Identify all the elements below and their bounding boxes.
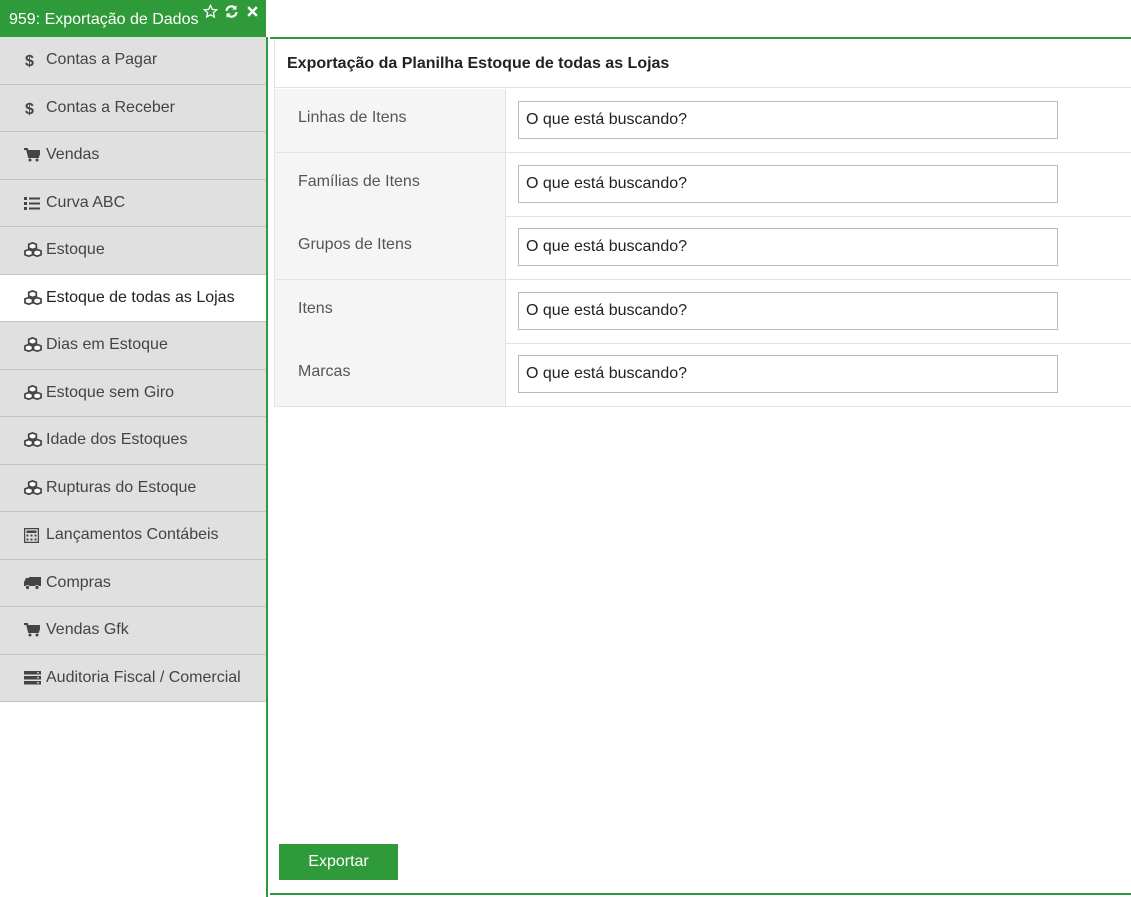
- list-icon: [24, 196, 42, 210]
- sidebar-item-idade-dos-estoques[interactable]: Idade dos Estoques: [0, 417, 266, 465]
- sidebar-item-label: Lançamentos Contábeis: [46, 526, 219, 544]
- tab-exportacao-de-dados[interactable]: 959: Exportação de Dados: [0, 0, 266, 37]
- itens-search-input[interactable]: [518, 291, 1058, 330]
- tab-title: 959: Exportação de Dados: [9, 11, 199, 28]
- form-row-familias-de-itens: Famílias de Itens: [274, 152, 1131, 217]
- server-icon: [24, 670, 42, 685]
- svg-text:$: $: [25, 101, 34, 116]
- sidebar-item-vendas-gfk[interactable]: Vendas Gfk: [0, 607, 266, 655]
- cubes-icon: [24, 337, 42, 353]
- field-label: Grupos de Itens: [274, 216, 506, 279]
- cubes-icon: [24, 432, 42, 448]
- sidebar-item-lancamentos-contabeis[interactable]: Lançamentos Contábeis: [0, 512, 266, 560]
- close-icon[interactable]: [244, 3, 260, 19]
- main-panel: Exportação da Planilha Estoque de todas …: [270, 37, 1131, 897]
- cart-icon: [24, 623, 42, 637]
- sidebar-item-label: Estoque de todas as Lojas: [46, 288, 235, 306]
- field-label: Linhas de Itens: [274, 89, 506, 152]
- field-container: [506, 216, 1131, 279]
- sidebar-item-label: Compras: [46, 573, 111, 591]
- sidebar-item-compras[interactable]: Compras: [0, 559, 266, 607]
- star-outline-icon[interactable]: [202, 3, 218, 19]
- sidebar-item-label: Auditoria Fiscal / Comercial: [46, 668, 241, 686]
- tab-actions: [202, 3, 260, 19]
- field-label: Marcas: [274, 343, 506, 406]
- sidebar-item-estoque-de-todas-as-lojas[interactable]: Estoque de todas as Lojas: [0, 274, 266, 322]
- sidebar-item-contas-a-pagar[interactable]: $ Contas a Pagar: [0, 37, 266, 85]
- familias-de-itens-search-input[interactable]: [518, 164, 1058, 203]
- calculator-icon: [24, 527, 42, 543]
- form-row-linhas-de-itens: Linhas de Itens: [274, 89, 1131, 153]
- sidebar-item-label: Vendas: [46, 146, 100, 164]
- sidebar-item-label: Contas a Receber: [46, 98, 175, 116]
- field-container: [506, 280, 1131, 343]
- sidebar-item-estoque-sem-giro[interactable]: Estoque sem Giro: [0, 369, 266, 417]
- field-container: [506, 89, 1131, 152]
- cubes-icon: [24, 479, 42, 496]
- form-row-marcas: Marcas: [274, 343, 1131, 407]
- panel-bottom-border: [270, 893, 1131, 895]
- dollar-icon: $: [24, 100, 42, 116]
- form-row-grupos-de-itens: Grupos de Itens: [274, 216, 1131, 280]
- cart-icon: [24, 148, 42, 162]
- field-container: [506, 153, 1131, 216]
- sidebar-item-contas-a-receber[interactable]: $ Contas a Receber: [0, 84, 266, 132]
- sidebar-item-rupturas-do-estoque[interactable]: Rupturas do Estoque: [0, 464, 266, 512]
- sidebar-item-vendas[interactable]: Vendas: [0, 132, 266, 180]
- sidebar-item-label: Curva ABC: [46, 193, 126, 211]
- form-row-itens: Itens: [274, 279, 1131, 344]
- sidebar-item-estoque[interactable]: Estoque: [0, 227, 266, 275]
- sidebar-item-auditoria-fiscal-comercial[interactable]: Auditoria Fiscal / Comercial: [0, 654, 266, 702]
- cubes-icon: [24, 289, 42, 306]
- dollar-icon: $: [24, 52, 42, 68]
- sidebar-item-label: Idade dos Estoques: [46, 431, 188, 449]
- cubes-icon: [24, 242, 42, 258]
- marcas-search-input[interactable]: [518, 355, 1058, 393]
- sidebar-item-label: Dias em Estoque: [46, 336, 168, 354]
- sidebar-item-label: Contas a Pagar: [46, 51, 158, 69]
- sidebar: $ Contas a Pagar $ Contas a Receber Vendas Cu…: [0, 37, 268, 897]
- grupos-de-itens-search-input[interactable]: [518, 228, 1058, 266]
- sidebar-item-label: Estoque: [46, 241, 105, 259]
- field-container: [506, 343, 1131, 406]
- refresh-icon[interactable]: [223, 3, 239, 19]
- field-label: Famílias de Itens: [274, 152, 506, 216]
- truck-icon: [24, 576, 42, 590]
- sidebar-item-label: Vendas Gfk: [46, 621, 129, 639]
- sidebar-item-label: Estoque sem Giro: [46, 383, 175, 401]
- sidebar-item-dias-em-estoque[interactable]: Dias em Estoque: [0, 322, 266, 370]
- export-button[interactable]: Exportar: [279, 844, 398, 880]
- sidebar-item-label: Rupturas do Estoque: [46, 478, 197, 496]
- svg-text:$: $: [25, 53, 34, 68]
- linhas-de-itens-search-input[interactable]: [518, 101, 1058, 139]
- sidebar-item-curva-abc[interactable]: Curva ABC: [0, 179, 266, 227]
- field-label: Itens: [274, 279, 506, 343]
- panel-title: Exportação da Planilha Estoque de todas …: [274, 40, 1131, 88]
- cubes-icon: [24, 384, 42, 401]
